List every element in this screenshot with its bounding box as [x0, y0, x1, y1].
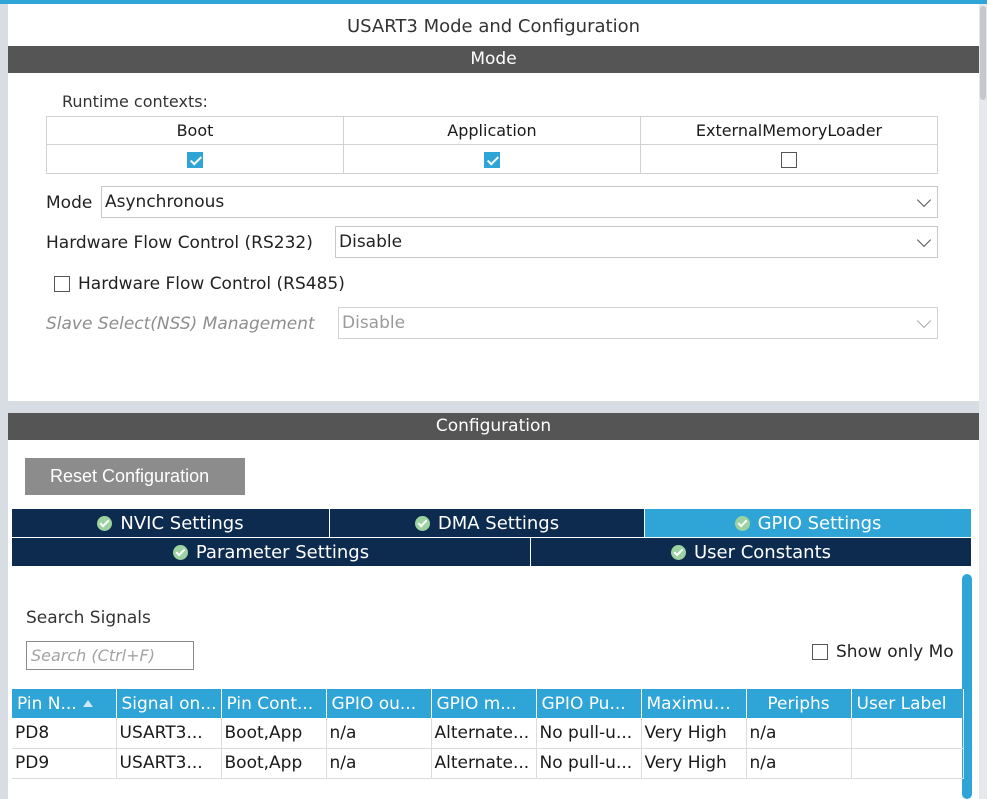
column-header-gpio-output-level[interactable]: GPIO ou...: [326, 689, 432, 718]
column-header-pin-context[interactable]: Pin Cont...: [221, 689, 327, 718]
column-header-pin-name[interactable]: Pin N...: [12, 689, 117, 718]
column-header-periphs[interactable]: Periphs: [746, 689, 852, 718]
tab-dma-settings[interactable]: DMA Settings: [330, 509, 644, 537]
cell-gpio-output-level: n/a: [326, 748, 432, 779]
column-header-signal-on-pin[interactable]: Signal on...: [116, 689, 222, 718]
cell-max-speed: Very High: [641, 748, 747, 779]
context-cell-boot: [46, 144, 344, 174]
column-header-label: Pin N...: [17, 693, 77, 714]
cell-periphs: n/a: [746, 748, 852, 779]
check-circle-icon: [414, 515, 430, 531]
cell-user-label[interactable]: [851, 718, 964, 749]
runtime-contexts-table: Boot Application ExternalMemoryLoader: [46, 116, 938, 174]
tab-label: GPIO Settings: [757, 512, 882, 534]
table-row[interactable]: PD9 USART3... Boot,App n/a Alternate... …: [12, 748, 964, 779]
context-name-application: Application: [343, 116, 641, 145]
reset-configuration-button[interactable]: Reset Configuration: [25, 458, 245, 495]
cell-gpio-pull: No pull-u...: [536, 718, 642, 749]
chevron-down-icon: [916, 232, 932, 248]
search-signals-label: Search Signals: [26, 608, 151, 628]
show-only-modified-label: Show only Mo: [836, 642, 954, 662]
outer-scrollbar-thumb[interactable]: [980, 6, 986, 100]
section-separator[interactable]: [8, 401, 979, 413]
outer-scrollbar[interactable]: [979, 4, 987, 799]
search-signals-input[interactable]: [26, 641, 194, 670]
slave-select-select: Disable: [338, 307, 938, 339]
tab-label: User Constants: [693, 541, 832, 563]
window-title: USART3 Mode and Configuration: [346, 16, 641, 37]
tab-user-constants[interactable]: User Constants: [531, 538, 971, 566]
show-only-modified-row[interactable]: Show only Mo: [812, 642, 962, 662]
cell-pin-name: PD9: [12, 748, 117, 779]
gpio-signals-table: Pin N... Signal on... Pin Cont... GPIO o…: [12, 689, 964, 779]
context-cell-external-memory-loader: [640, 144, 938, 174]
table-header-row: Pin N... Signal on... Pin Cont... GPIO o…: [12, 689, 964, 718]
chevron-down-icon: [916, 192, 932, 208]
boot-checkbox[interactable]: [187, 152, 203, 168]
cell-signal: USART3...: [116, 718, 222, 749]
tab-label: DMA Settings: [437, 512, 560, 534]
hw-flow-rs232-select[interactable]: Disable: [335, 226, 938, 258]
tab-gpio-settings[interactable]: GPIO Settings: [645, 509, 971, 537]
panel-scrollbar[interactable]: [962, 574, 972, 799]
mode-select[interactable]: Asynchronous: [101, 186, 938, 218]
column-header-user-label[interactable]: User Label: [851, 689, 964, 718]
cell-gpio-output-level: n/a: [326, 718, 432, 749]
cell-max-speed: Very High: [641, 718, 747, 749]
application-checkbox[interactable]: [484, 152, 500, 168]
hw-flow-rs232-value: Disable: [339, 232, 403, 252]
table-row[interactable]: PD8 USART3... Boot,App n/a Alternate... …: [12, 718, 964, 749]
hw-flow-rs232-label: Hardware Flow Control (RS232): [46, 233, 313, 253]
slave-select-label: Slave Select(NSS) Management: [46, 314, 315, 334]
hw-flow-rs485-checkbox[interactable]: [54, 276, 70, 292]
sort-ascending-icon: [82, 700, 93, 707]
cell-gpio-pull: No pull-u...: [536, 748, 642, 779]
cell-signal: USART3...: [116, 748, 222, 779]
cell-user-label[interactable]: [851, 748, 964, 779]
chevron-down-icon: [916, 313, 932, 329]
cell-periphs: n/a: [746, 718, 852, 749]
context-name-external-memory-loader: ExternalMemoryLoader: [640, 116, 938, 145]
cell-pin-context: Boot,App: [221, 718, 327, 749]
tab-parameter-settings[interactable]: Parameter Settings: [12, 538, 530, 566]
runtime-contexts-label: Runtime contexts:: [62, 92, 208, 111]
configuration-section-header: Configuration: [8, 413, 979, 440]
cell-gpio-mode: Alternate...: [431, 748, 537, 779]
tab-nvic-settings[interactable]: NVIC Settings: [12, 509, 329, 537]
slave-select-value: Disable: [342, 313, 406, 333]
check-circle-icon: [97, 515, 113, 531]
mode-label: Mode: [46, 193, 93, 213]
column-header-maximum-output-speed[interactable]: Maximum...: [641, 689, 747, 718]
external-memory-loader-checkbox[interactable]: [781, 152, 797, 168]
context-cell-application: [343, 144, 641, 174]
hw-flow-rs485-row[interactable]: Hardware Flow Control (RS485): [54, 274, 345, 294]
show-only-modified-checkbox[interactable]: [812, 644, 828, 660]
tab-label: Parameter Settings: [195, 541, 370, 563]
cell-pin-context: Boot,App: [221, 748, 327, 779]
mode-select-value: Asynchronous: [105, 192, 225, 212]
check-circle-icon: [670, 544, 686, 560]
context-name-boot: Boot: [46, 116, 344, 145]
check-circle-icon: [172, 544, 188, 560]
cell-gpio-mode: Alternate...: [431, 718, 537, 749]
left-rail: [0, 4, 8, 799]
hw-flow-rs485-label: Hardware Flow Control (RS485): [78, 274, 345, 294]
tab-label: NVIC Settings: [120, 512, 244, 534]
cell-pin-name: PD8: [12, 718, 117, 749]
top-accent-bar: [0, 0, 987, 4]
column-header-gpio-pull[interactable]: GPIO Pu...: [536, 689, 642, 718]
mode-section-header: Mode: [8, 46, 979, 73]
check-circle-icon: [734, 515, 750, 531]
column-header-gpio-mode[interactable]: GPIO m...: [431, 689, 537, 718]
